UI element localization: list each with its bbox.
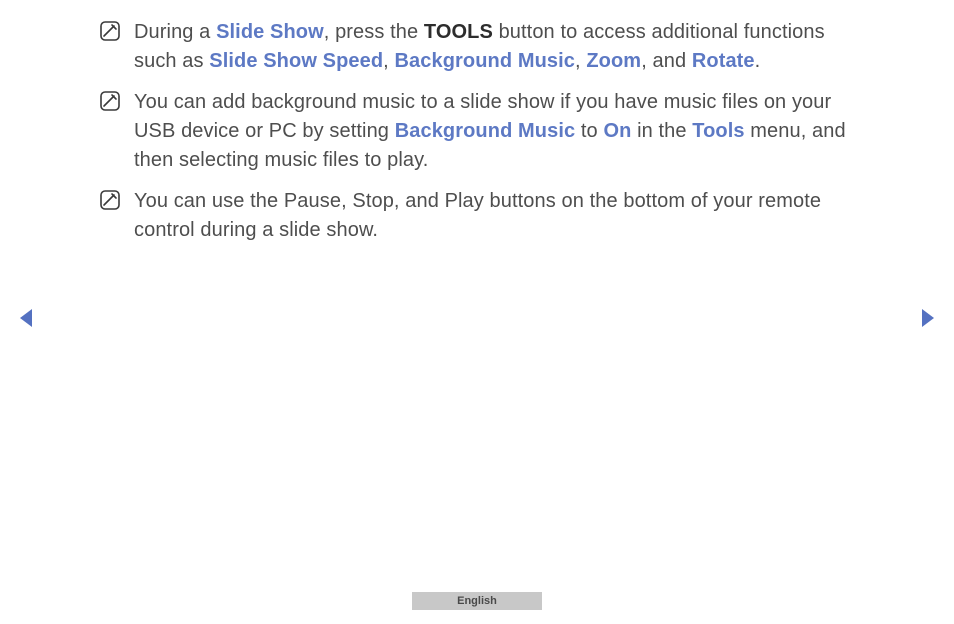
- language-selector[interactable]: English: [412, 592, 542, 610]
- note-text-3: You can use the Pause, Stop, and Play bu…: [134, 187, 854, 245]
- note-icon: [100, 91, 120, 111]
- content-area: During a Slide Show, press the TOOLS but…: [0, 0, 954, 245]
- note-item-2: You can add background music to a slide …: [100, 88, 854, 175]
- arrow-left-icon: [18, 308, 34, 328]
- arrow-right-icon: [920, 308, 936, 328]
- nav-prev-button[interactable]: [18, 308, 34, 333]
- note-icon: [100, 21, 120, 41]
- note-item-3: You can use the Pause, Stop, and Play bu…: [100, 187, 854, 245]
- nav-next-button[interactable]: [920, 308, 936, 333]
- note-text-2: You can add background music to a slide …: [134, 88, 854, 175]
- note-text-1: During a Slide Show, press the TOOLS but…: [134, 18, 854, 76]
- note-item-1: During a Slide Show, press the TOOLS but…: [100, 18, 854, 76]
- note-icon: [100, 190, 120, 210]
- language-label: English: [457, 595, 497, 607]
